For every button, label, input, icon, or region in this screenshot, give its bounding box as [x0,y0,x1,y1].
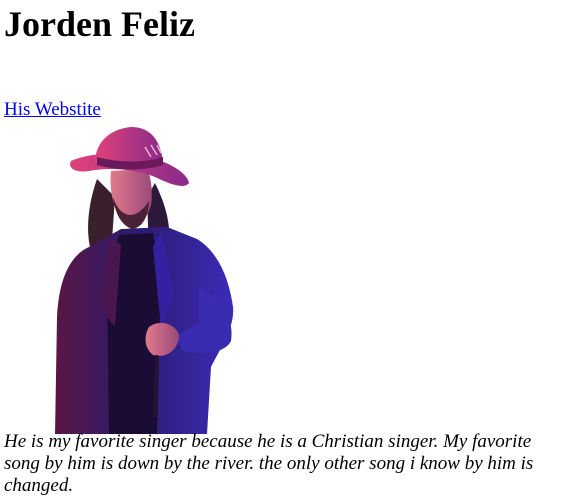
caption-text: He is my favorite singer because he is a… [4,431,534,496]
singer-photo [55,127,234,434]
page-title: Jorden Feliz [4,4,195,44]
website-link[interactable]: His Webstite [4,98,101,122]
